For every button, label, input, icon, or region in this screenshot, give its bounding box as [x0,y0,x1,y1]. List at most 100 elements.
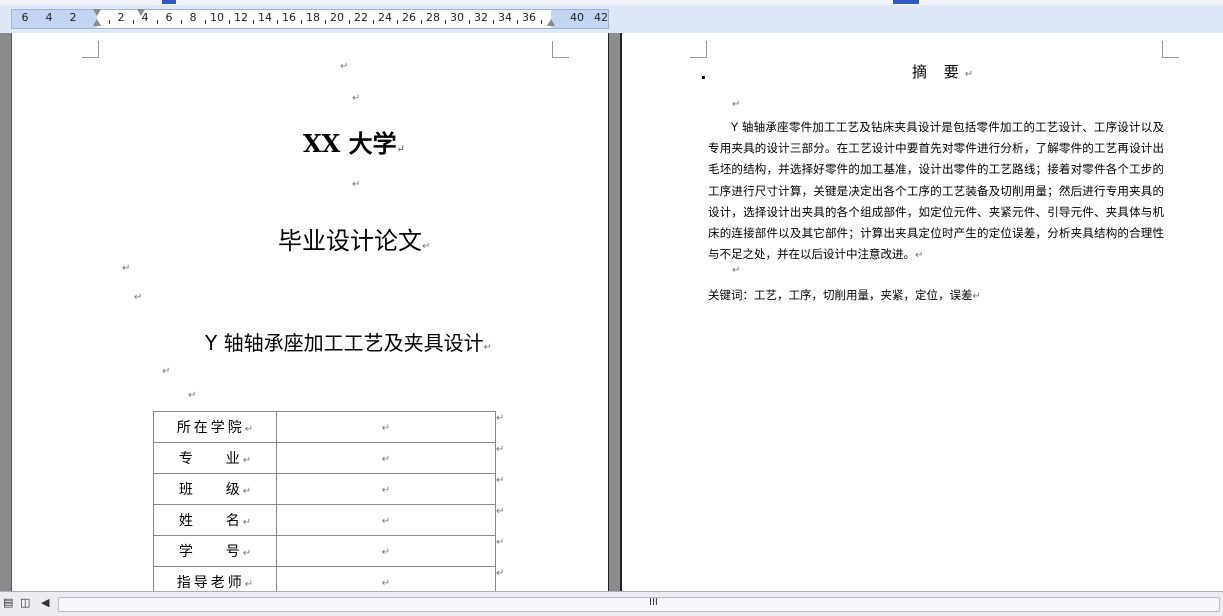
table-value-cell[interactable]: ↵ [276,411,496,443]
first-line-indent-marker[interactable] [93,9,101,16]
ruler-number: 22 [354,11,368,24]
ruler-tick [157,20,158,24]
table-value-cell[interactable]: ↵ [276,535,496,567]
hanging-indent-marker[interactable] [93,19,101,26]
ruler-tick [493,20,494,24]
scrollbar-grip[interactable]: III [649,597,658,608]
right-indent-marker[interactable] [547,19,555,26]
ruler-number: 36 [522,11,536,24]
ruler-number: 6 [21,11,29,24]
table-value-cell[interactable]: ↵ [276,473,496,505]
toolbar-strip [0,0,1223,5]
ruler-number: 34 [498,11,512,24]
ruler-number: 20 [330,11,344,24]
paragraph-mark: ↵ [732,265,741,276]
table-label-cell[interactable]: 班 级↵ [153,473,277,505]
paragraph-mark: ↵ [242,517,252,528]
thesis-title: Y 轴轴承座加工工艺及夹具设计↵ [205,331,492,355]
table-label-cell[interactable]: 专 业↵ [153,442,277,474]
paragraph-mark: ↵ [732,99,741,110]
margin-corner-mark [82,41,99,58]
ruler-tick [301,20,302,24]
ruler-number: 26 [402,11,416,24]
reading-view-icon[interactable]: ◫ [20,596,30,609]
margin-corner-mark [1162,41,1179,58]
paragraph-mark: ↵ [381,485,391,496]
paragraph-mark: ↵ [972,291,981,302]
ruler-number: 32 [474,11,488,24]
row-end-mark: ↵ [496,413,505,424]
paragraph-mark: ↵ [483,342,492,353]
ruler-tick [517,20,518,24]
ruler-tick [325,20,326,24]
toolbar-fragment [162,0,176,4]
margin-corner-mark [690,41,707,58]
paragraph-mark: ↵ [396,144,405,155]
document-type-title: 毕业设计论文↵ [278,227,431,255]
ruler-number: 2 [69,11,77,24]
table-row: 所在学院↵ ↵ [153,411,496,443]
ruler-tick [445,20,446,24]
ruler-number: 40 [570,11,584,24]
paragraph-mark: ↵ [134,292,143,303]
paragraph-mark: ↵ [352,179,361,190]
paragraph-mark: ↵ [381,578,391,589]
paragraph-mark: ↵ [381,516,391,527]
table-row: 指导老师↵ ↵ [153,566,496,591]
ruler-number: 14 [258,11,272,24]
ruler-number: 10 [210,11,224,24]
page-gap [609,33,620,591]
ruler-number: 6 [165,11,173,24]
abstract-page[interactable]: 摘 要↵ ↵ Y 轴轴承座零件加工工艺及钻床夹具设计是包括零件加工的工艺设计、工… [620,33,1223,591]
table-label-cell[interactable]: 学 号↵ [153,535,277,567]
ruler-number: 24 [378,11,392,24]
paragraph-mark: ↵ [422,241,431,252]
ruler-number: 4 [45,11,53,24]
scroll-left-icon[interactable]: ◀ [41,596,49,609]
ruler-tick [133,20,134,24]
table-label-cell[interactable]: 所在学院↵ [153,411,277,443]
ruler-tick [109,20,110,24]
paragraph-mark: ↵ [381,547,391,558]
ruler-number: 8 [189,11,197,24]
ruler-tick [253,20,254,24]
bullet-dot [702,76,705,79]
ruler-tick [229,20,230,24]
student-info-table: 所在学院↵ ↵ 专 业↵ ↵ 班 级↵ ↵ 姓 名↵ ↵ 学 号↵ ↵ 指导老师… [153,411,496,591]
table-row: 专 业↵ ↵ [153,442,496,474]
paragraph-mark: ↵ [915,250,924,262]
paragraph-mark: ↵ [242,455,252,466]
ruler-tick [277,20,278,24]
view-mode-icon[interactable]: ▤ [3,596,13,609]
paragraph-mark: ↵ [242,486,252,497]
row-end-mark: ↵ [496,537,505,548]
table-label-cell[interactable]: 指导老师↵ [153,566,277,591]
cover-page[interactable]: ↵ ↵ XX 大学↵ ↵ 毕业设计论文↵ ↵ ↵ Y 轴轴承座加工工艺及夹具设计… [11,33,610,591]
paragraph-mark: ↵ [964,69,974,80]
ruler-number: 28 [426,11,440,24]
paragraph-mark: ↵ [381,454,391,465]
horizontal-ruler[interactable]: 6 4 2 2 4 6 8 10 12 14 16 18 20 22 24 26… [0,0,1223,33]
margin-corner-mark [552,41,569,58]
university-name: XX 大学↵ [303,129,405,158]
table-value-cell[interactable]: ↵ [276,504,496,536]
first-line-indent-marker[interactable] [137,9,145,16]
ruler-number: 16 [282,11,296,24]
row-end-mark: ↵ [496,475,505,486]
keywords-line: 关键词：工艺，工序，切削用量，夹紧，定位，误差↵ [708,288,981,302]
table-value-cell[interactable]: ↵ [276,442,496,474]
paragraph-mark: ↵ [244,424,254,435]
ruler-tick [349,20,350,24]
table-row: 班 级↵ ↵ [153,473,496,505]
horizontal-scrollbar[interactable]: III [58,597,1220,612]
ruler-number: 18 [306,11,320,24]
ruler-tick [541,20,542,24]
ruler-tick [421,20,422,24]
paragraph-mark: ↵ [122,263,131,274]
table-label-cell[interactable]: 姓 名↵ [153,504,277,536]
paragraph-mark: ↵ [352,93,361,104]
abstract-body: Y 轴轴承座零件加工工艺及钻床夹具设计是包括零件加工的工艺设计、工序设计以及专用… [708,120,1164,262]
status-bar: ▤ ◫ ◀ III [0,591,1223,616]
toolbar-fragment [893,0,919,4]
table-value-cell[interactable]: ↵ [276,566,496,591]
